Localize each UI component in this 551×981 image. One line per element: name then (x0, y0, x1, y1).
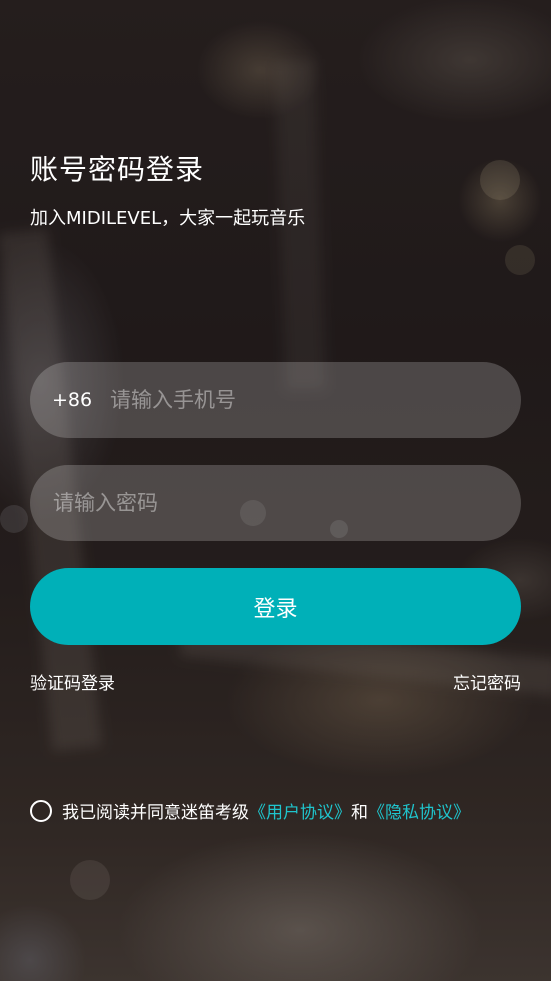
user-agreement-link[interactable]: 《用户协议》 (249, 798, 351, 823)
agreement-conjunction: 和 (351, 803, 368, 823)
phone-input[interactable] (110, 362, 521, 438)
privacy-policy-link[interactable]: 《隐私协议》 (368, 798, 470, 823)
password-field[interactable] (30, 465, 521, 541)
phone-field[interactable]: +86 (30, 362, 521, 438)
sms-login-link[interactable]: 验证码登录 (30, 669, 115, 694)
forgot-password-link[interactable]: 忘记密码 (453, 669, 521, 694)
login-button[interactable]: 登录 (30, 568, 521, 645)
password-input[interactable] (53, 465, 521, 541)
page-subtitle: 加入MIDILEVEL，大家一起玩音乐 (30, 208, 306, 229)
login-content: 账号密码登录 加入MIDILEVEL，大家一起玩音乐 +86 登录 验证码登录 … (0, 0, 551, 981)
agreement-prefix: 我已阅读并同意迷笛考级 (62, 803, 249, 823)
page-title: 账号密码登录 (30, 153, 205, 186)
country-code[interactable]: +86 (52, 389, 110, 411)
agreement-row: 我已阅读并同意迷笛考级 《用户协议》 和 《隐私协议》 (30, 798, 470, 823)
radio-circle-icon[interactable] (30, 799, 52, 822)
login-screen: 账号密码登录 加入MIDILEVEL，大家一起玩音乐 +86 登录 验证码登录 … (0, 0, 551, 981)
